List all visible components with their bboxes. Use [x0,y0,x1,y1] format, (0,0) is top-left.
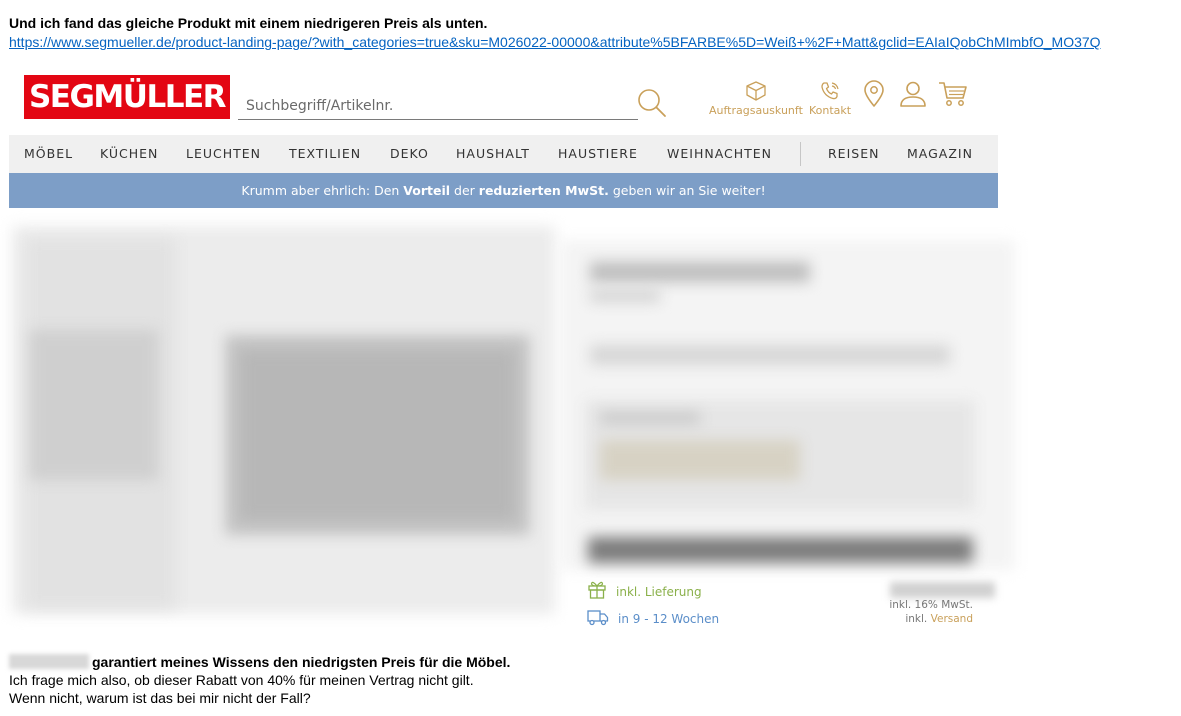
nav-item-textilien[interactable]: TEXTILIEN [289,135,361,173]
gift-icon [588,581,606,599]
order-status-button[interactable]: Auftragsauskunft [709,81,803,117]
shipping-link[interactable]: Versand [931,613,973,625]
nav-item-haushalt[interactable]: HAUSHALT [456,135,530,173]
closing-line-1: Ich frage mich also, ob dieser Rabatt vo… [9,672,474,688]
user-icon[interactable] [899,80,927,108]
closing-statement: garantiert meines Wissens den niedrigste… [9,654,510,671]
order-status-label: Auftragsauskunft [709,104,803,117]
shipping-prefix: inkl. [905,613,928,625]
main-navigation: MÖBEL KÜCHEN LEUCHTEN TEXTILIEN DEKO HAU… [9,135,998,173]
nav-item-weihnachten[interactable]: WEIHNACHTEN [667,135,772,173]
contact-button[interactable]: Kontakt [809,81,851,117]
truck-icon [587,610,609,626]
segmueller-logo[interactable]: SEGMÜLLER [24,75,230,119]
delivery-info: inkl. Lieferung [587,579,702,599]
vat-promo-banner: Krumm aber ehrlich: Den Vorteil der redu… [9,173,998,208]
search-field[interactable] [238,85,638,120]
banner-text-suffix: geben wir an Sie weiter! [608,183,766,198]
nav-item-leuchten[interactable]: LEUCHTEN [186,135,261,173]
banner-text-prefix: Krumm aber ehrlich: Den [241,183,404,198]
nav-item-magazin[interactable]: MAGAZIN [907,135,973,173]
vat-note: inkl. 16% MwSt. [889,599,973,611]
banner-text-bold-vat: reduzierten MwSt. [478,183,609,198]
delivery-label: inkl. Lieferung [616,584,702,599]
cart-icon[interactable] [938,80,968,108]
phone-icon [821,82,839,100]
nav-item-haustiere[interactable]: HAUSTIERE [558,135,638,173]
nav-item-moebel[interactable]: MÖBEL [24,135,73,173]
search-input[interactable] [238,85,628,119]
product-url-link[interactable]: https://www.segmueller.de/product-landin… [9,34,1181,51]
shipping-note: inkl. Versand [905,613,973,625]
box-icon [746,81,766,101]
contact-label: Kontakt [809,104,852,117]
email-intro-text: Und ich fand das gleiche Produkt mit ein… [9,15,488,31]
redacted-name [9,654,89,669]
shipping-time-label: in 9 - 12 Wochen [618,611,720,626]
banner-text-middle: der [450,183,479,198]
nav-item-deko[interactable]: DEKO [390,135,429,173]
closing-bold-text: garantiert meines Wissens den niedrigste… [92,654,511,670]
nav-divider [800,142,801,166]
location-pin-icon[interactable] [863,80,885,108]
closing-line-2: Wenn nicht, warum ist das bei mir nicht … [9,690,311,706]
nav-item-kuechen[interactable]: KÜCHEN [100,135,158,173]
shipping-time-info: in 9 - 12 Wochen [587,608,719,626]
banner-text-bold-advantage: Vorteil [403,183,451,198]
search-icon[interactable] [637,88,667,118]
nav-item-reisen[interactable]: REISEN [828,135,879,173]
